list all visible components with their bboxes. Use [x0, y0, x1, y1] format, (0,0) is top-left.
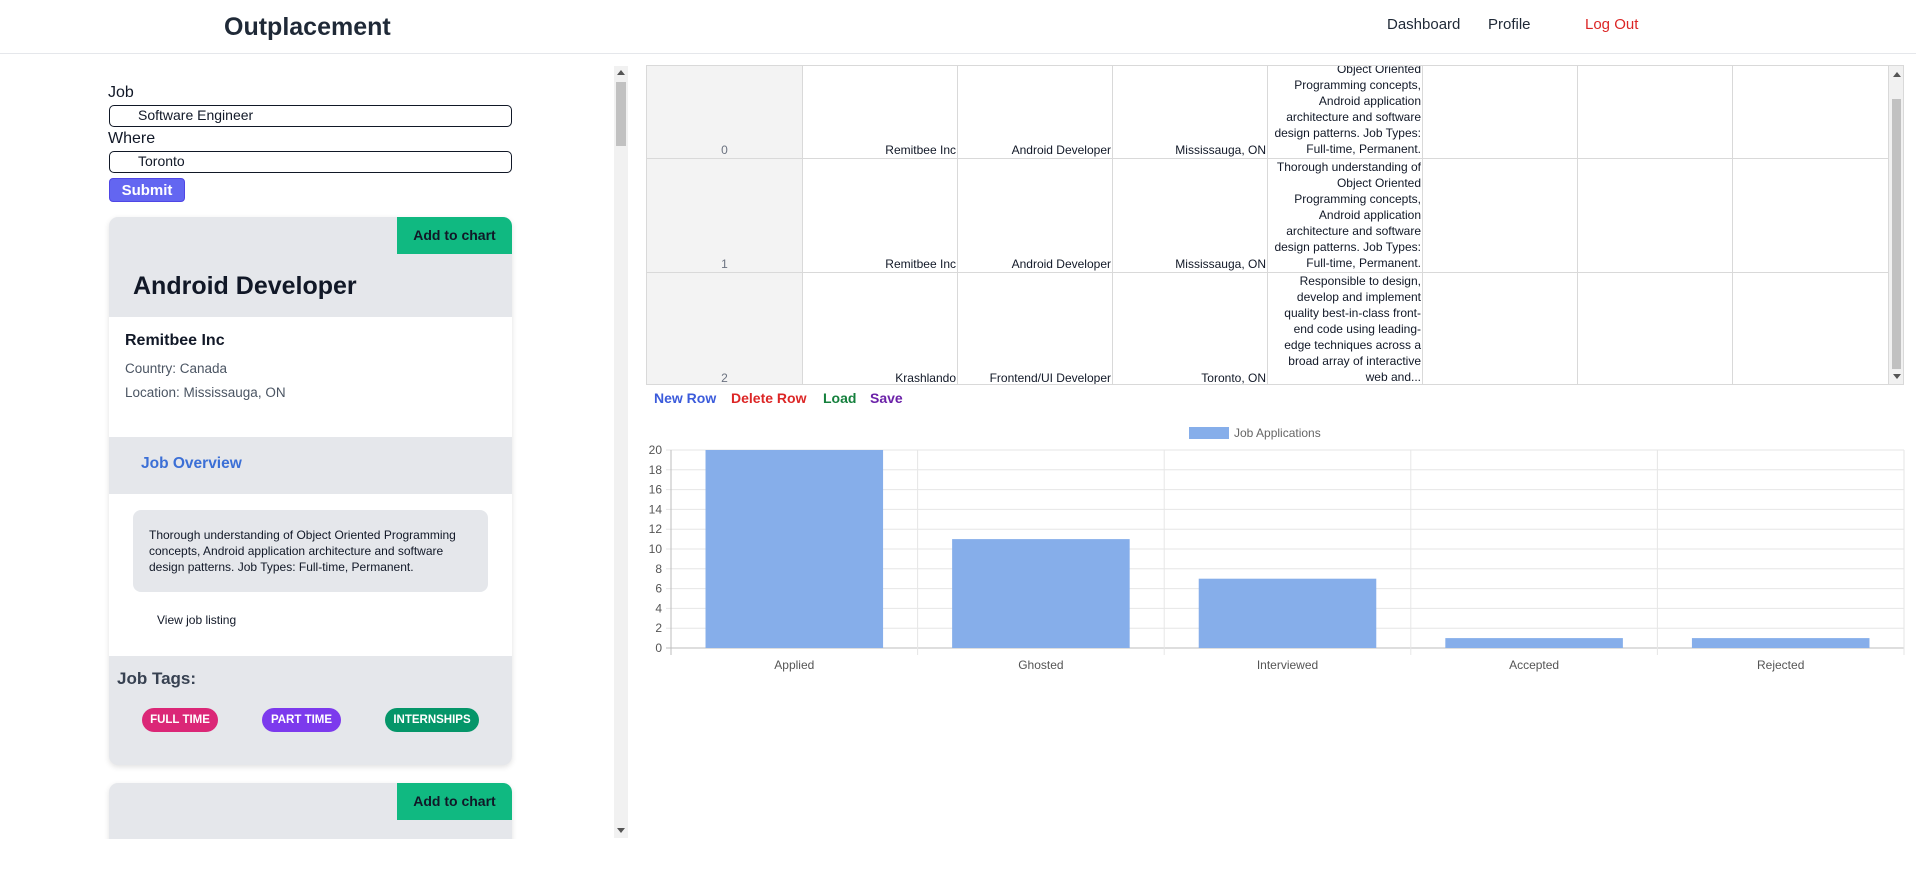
scroll-up-icon[interactable] — [617, 70, 625, 75]
job-applications-chart: 0 2 4 6 8 10 12 14 16 18 20 Applied Ghosted Interview… — [649, 426, 1905, 672]
location-cell[interactable]: Toronto, ON — [1113, 273, 1268, 384]
grid-scrollbar-thumb[interactable] — [1892, 99, 1901, 369]
job-card: Add to chart — [109, 783, 512, 839]
empty-cell[interactable] — [1733, 273, 1889, 384]
job-card: Add to chart Android Developer Remitbee … — [109, 217, 512, 765]
scroll-down-icon[interactable] — [617, 828, 625, 833]
x-tick-label: Interviewed — [1257, 658, 1318, 672]
empty-cell[interactable] — [1578, 273, 1733, 384]
job-search-panel: Job Software Engineer Where Toronto Subm… — [0, 55, 628, 839]
description-cell[interactable]: Object Oriented Programming concepts, An… — [1268, 66, 1423, 158]
legend-label: Job Applications — [1234, 426, 1321, 440]
job-overview-title[interactable]: Job Overview — [141, 455, 242, 473]
job-input[interactable]: Software Engineer — [109, 105, 512, 127]
tag-part-time: PART TIME — [262, 708, 341, 732]
new-row-button[interactable]: New Row — [654, 390, 716, 406]
submit-button[interactable]: Submit — [109, 178, 185, 202]
row-index-cell[interactable]: 2 — [647, 273, 803, 384]
add-to-chart-button[interactable]: Add to chart — [397, 783, 512, 820]
y-tick-label: 18 — [649, 463, 663, 477]
company-cell[interactable]: Remitbee Inc — [803, 159, 958, 272]
tag-internships: INTERNSHIPS — [385, 708, 479, 732]
title-cell[interactable]: Android Developer — [958, 66, 1113, 158]
where-input[interactable]: Toronto — [109, 151, 512, 173]
company-cell[interactable]: Remitbee Inc — [803, 66, 958, 158]
job-country: Country: Canada — [125, 361, 228, 376]
row-index-cell[interactable]: 0 — [647, 66, 803, 158]
y-tick-label: 14 — [649, 502, 663, 516]
empty-cell[interactable] — [1733, 159, 1889, 272]
description-cell[interactable]: Thorough understanding of Object Oriente… — [1268, 159, 1423, 272]
nav-dashboard[interactable]: Dashboard — [1387, 16, 1460, 33]
y-tick-label: 20 — [649, 443, 663, 457]
load-button[interactable]: Load — [823, 390, 856, 406]
nav-logout[interactable]: Log Out — [1585, 16, 1638, 33]
table-row[interactable]: 2 Krashlando Frontend/UI Developer Toron… — [647, 273, 1889, 384]
job-tags-title: Job Tags: — [117, 669, 197, 688]
legend-swatch — [1189, 427, 1229, 439]
scroll-up-icon[interactable] — [1893, 72, 1901, 77]
y-tick-label: 2 — [655, 621, 662, 635]
table-row[interactable]: 0 Remitbee Inc Android Developer Mississ… — [647, 66, 1889, 159]
x-tick-label: Ghosted — [1018, 658, 1063, 672]
y-tick-label: 8 — [655, 562, 662, 576]
empty-cell[interactable] — [1733, 66, 1889, 158]
empty-cell[interactable] — [1423, 159, 1578, 272]
job-label: Job — [108, 84, 134, 101]
applications-grid: 0 Remitbee Inc Android Developer Mississ… — [646, 65, 1904, 385]
delete-row-button[interactable]: Delete Row — [731, 390, 806, 406]
empty-cell[interactable] — [1578, 66, 1733, 158]
y-tick-label: 12 — [649, 522, 663, 536]
description-cell[interactable]: Responsible to design, develop and imple… — [1268, 273, 1423, 384]
bar — [1445, 638, 1623, 648]
tag-full-time: FULL TIME — [142, 708, 218, 732]
job-overview-header[interactable]: Job Overview — [109, 437, 512, 494]
bar — [952, 539, 1130, 648]
title-cell[interactable]: Android Developer — [958, 159, 1113, 272]
job-overview-body: Thorough understanding of Object Oriente… — [109, 494, 512, 656]
company-name: Remitbee Inc — [125, 332, 225, 349]
x-tick-label: Accepted — [1509, 658, 1559, 672]
top-navbar: Outplacement Dashboard Profile Log Out — [0, 0, 1916, 54]
bar — [1198, 578, 1377, 648]
where-label: Where — [108, 130, 156, 147]
empty-cell[interactable] — [1423, 66, 1578, 158]
location-cell[interactable]: Mississauga, ON — [1113, 66, 1268, 158]
y-tick-label: 4 — [655, 601, 662, 615]
view-job-listing-link[interactable]: View job listing — [157, 613, 236, 627]
empty-cell[interactable] — [1578, 159, 1733, 272]
left-scrollbar-thumb[interactable] — [616, 82, 626, 146]
bar — [705, 450, 884, 648]
table-row[interactable]: 1 Remitbee Inc Android Developer Mississ… — [647, 159, 1889, 273]
job-location: Location: Mississauga, ON — [125, 385, 286, 400]
scroll-down-icon[interactable] — [1893, 374, 1901, 379]
brand-logo[interactable]: Outplacement — [224, 13, 391, 42]
y-tick-label: 0 — [655, 641, 662, 655]
job-info-section: Remitbee Inc Country: Canada Location: M… — [109, 317, 512, 437]
add-to-chart-button[interactable]: Add to chart — [397, 217, 512, 254]
bar — [1691, 638, 1870, 648]
x-tick-label: Rejected — [1757, 658, 1804, 672]
row-index-cell[interactable]: 1 — [647, 159, 803, 272]
nav-profile[interactable]: Profile — [1488, 16, 1531, 33]
job-title: Android Developer — [133, 272, 357, 300]
left-scrollbar[interactable] — [614, 66, 628, 838]
empty-cell[interactable] — [1423, 273, 1578, 384]
x-tick-label: Applied — [774, 658, 814, 672]
save-button[interactable]: Save — [870, 390, 903, 406]
location-cell[interactable]: Mississauga, ON — [1113, 159, 1268, 272]
title-cell[interactable]: Frontend/UI Developer — [958, 273, 1113, 384]
y-tick-label: 6 — [655, 582, 662, 596]
job-description: Thorough understanding of Object Oriente… — [133, 510, 488, 592]
grid-scrollbar[interactable] — [1889, 66, 1903, 384]
y-tick-label: 16 — [649, 483, 663, 497]
company-cell[interactable]: Krashlando — [803, 273, 958, 384]
y-tick-label: 10 — [649, 542, 663, 556]
